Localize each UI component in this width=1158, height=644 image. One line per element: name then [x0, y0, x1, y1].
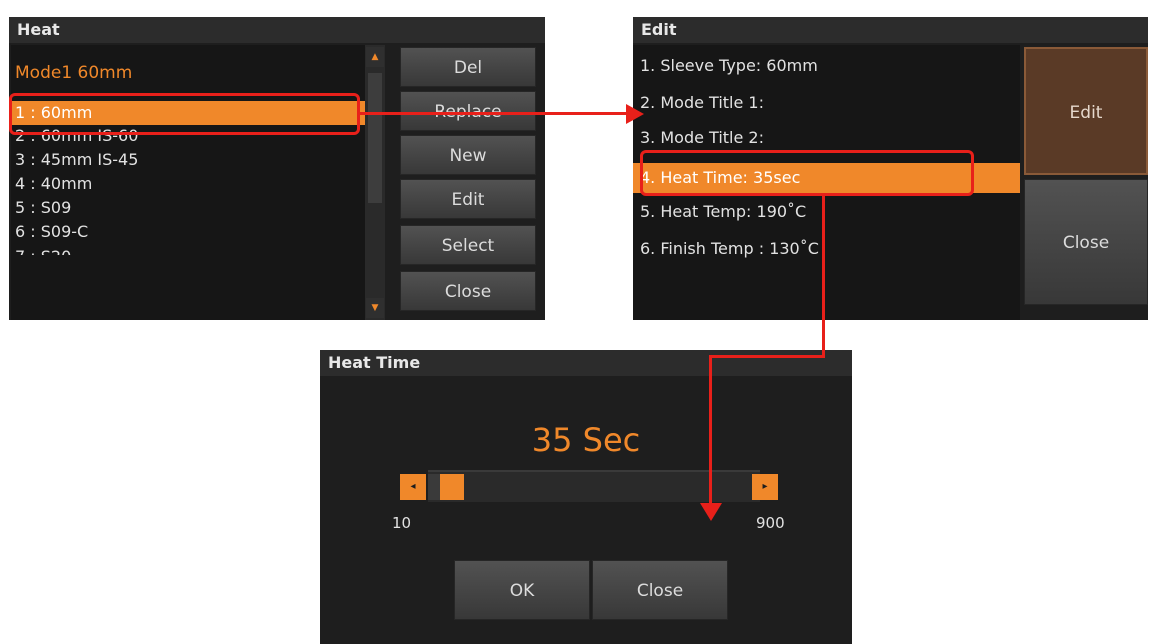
slider-max-label: 900	[756, 514, 785, 532]
increase-arrow-icon[interactable]: ▸	[752, 474, 778, 500]
highlight-box-heat-item	[9, 93, 360, 135]
new-button[interactable]: New	[400, 135, 536, 175]
connector-line	[822, 196, 825, 356]
list-item[interactable]: 2. Mode Title 1:	[633, 91, 1020, 115]
connector-line	[360, 112, 628, 115]
edit-button[interactable]: Edit	[1024, 47, 1148, 175]
heat-time-panel: Heat Time 35 Sec ◂ ▸ 10 900 OK Close	[320, 350, 852, 644]
list-item[interactable]: 5 : S09	[11, 196, 365, 220]
highlight-box-edit-item	[640, 150, 974, 196]
select-button[interactable]: Select	[400, 225, 536, 265]
ok-button[interactable]: OK	[454, 560, 590, 620]
heat-panel-title: Heat	[9, 17, 545, 43]
list-item[interactable]: 1. Sleeve Type: 60mm	[633, 54, 1020, 78]
decrease-arrow-icon[interactable]: ◂	[400, 474, 426, 500]
mode-header: Mode1 60mm	[15, 63, 133, 83]
list-item[interactable]: 5. Heat Temp: 190˚C	[633, 200, 1020, 224]
close-button[interactable]: Close	[592, 560, 728, 620]
heat-time-title: Heat Time	[320, 350, 852, 376]
list-item[interactable]: 6 : S09-C	[11, 220, 365, 244]
heat-time-value: 35 Sec	[531, 421, 641, 459]
list-item[interactable]: 6. Finish Temp : 130˚C	[633, 237, 1020, 261]
slider-handle[interactable]	[440, 474, 464, 500]
heat-list: Mode1 60mm 1 : 60mm 2 : 60mm IS-60 3 : 4…	[11, 45, 365, 320]
right-arrow-icon	[626, 104, 644, 124]
heat-panel: Heat Mode1 60mm 1 : 60mm 2 : 60mm IS-60 …	[9, 17, 545, 320]
close-button[interactable]: Close	[400, 271, 536, 311]
triangle-down-icon[interactable]: ▼	[366, 298, 384, 318]
connector-line	[709, 355, 825, 358]
down-arrow-icon	[700, 503, 722, 521]
list-item[interactable]: 4 : 40mm	[11, 172, 365, 196]
close-button[interactable]: Close	[1024, 179, 1148, 305]
edit-button[interactable]: Edit	[400, 179, 536, 219]
triangle-up-icon[interactable]: ▲	[366, 47, 384, 67]
list-item[interactable]: 3. Mode Title 2:	[633, 126, 1020, 150]
connector-line	[709, 355, 712, 505]
del-button[interactable]: Del	[400, 47, 536, 87]
list-item[interactable]: 7 : S20	[11, 245, 365, 255]
edit-panel-title: Edit	[633, 17, 1148, 43]
heat-scrollbar[interactable]: ▲ ▼	[365, 45, 385, 320]
replace-button[interactable]: Replace	[400, 91, 536, 131]
list-item[interactable]: 3 : 45mm IS-45	[11, 148, 365, 172]
slider-min-label: 10	[392, 514, 412, 532]
scroll-thumb[interactable]	[368, 73, 382, 203]
